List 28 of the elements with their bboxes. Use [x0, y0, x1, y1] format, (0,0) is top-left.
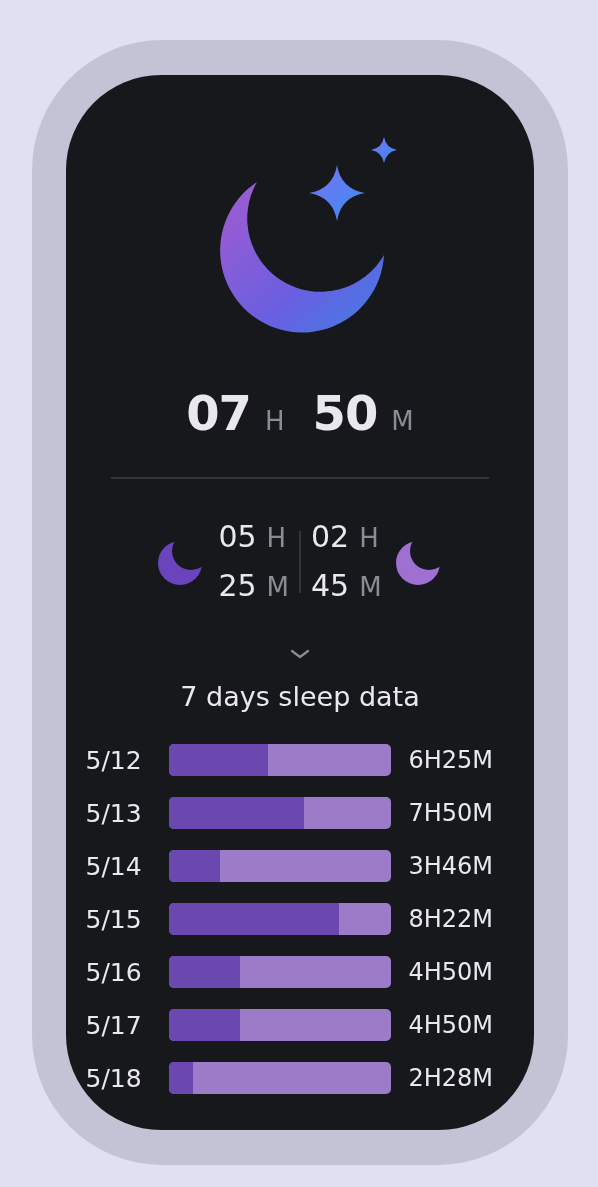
- hours-unit: H: [265, 406, 285, 436]
- hours-value: 07: [186, 385, 251, 441]
- history-title: 7 days sleep data: [180, 681, 420, 712]
- duration-label: 7H50M: [408, 799, 495, 827]
- duration-label: 3H46M: [408, 852, 495, 880]
- hours-value: 02: [311, 518, 350, 556]
- duration-label: 8H22M: [408, 905, 495, 933]
- date-label: 5/16: [85, 957, 143, 987]
- hours-unit: H: [266, 522, 288, 555]
- minutes-unit: M: [266, 571, 289, 604]
- minutes-unit: M: [391, 406, 414, 436]
- hours-unit: H: [359, 522, 380, 555]
- minutes-value: 25: [218, 567, 257, 605]
- date-label: 5/17: [85, 1010, 143, 1040]
- date-label: 5/12: [85, 745, 143, 775]
- minutes-value: 50: [312, 385, 378, 441]
- date-label: 5/15: [85, 904, 143, 934]
- date-label: 5/13: [85, 798, 143, 828]
- duration-label: 6H25M: [408, 746, 495, 774]
- duration-label: 2H28M: [408, 1064, 495, 1092]
- duration-label: 4H50M: [408, 1011, 495, 1039]
- duration-label: 4H50M: [408, 958, 495, 986]
- minutes-value: 45: [311, 567, 350, 605]
- date-label: 5/14: [85, 851, 143, 881]
- chevron-down-icon[interactable]: [290, 649, 310, 659]
- date-label: 5/18: [85, 1063, 143, 1093]
- hours-value: 05: [218, 518, 257, 556]
- minutes-unit: M: [359, 571, 382, 604]
